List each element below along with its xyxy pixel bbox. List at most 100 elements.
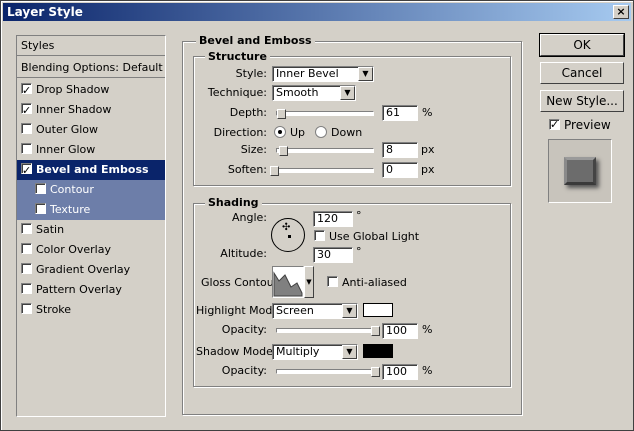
- style-item-color-overlay[interactable]: Color Overlay: [17, 240, 165, 260]
- use-global-light-checkbox[interactable]: [314, 230, 325, 241]
- angle-input[interactable]: 120: [313, 211, 353, 227]
- crosshair-icon: ✣: [282, 222, 291, 233]
- anti-aliased-option[interactable]: Anti-aliased: [327, 275, 407, 291]
- style-item-inner-glow[interactable]: Inner Glow: [17, 140, 165, 160]
- direction-label: Direction:: [213, 126, 267, 139]
- style-item-checkbox[interactable]: [35, 183, 46, 194]
- depth-slider-track[interactable]: [276, 111, 374, 116]
- highlight-opacity-unit: %: [422, 323, 433, 336]
- style-item-checkbox[interactable]: [21, 123, 32, 134]
- shadow-opacity-unit: %: [422, 364, 433, 377]
- technique-select[interactable]: Smooth ▼: [272, 85, 356, 101]
- altitude-input[interactable]: 30: [313, 247, 353, 263]
- gloss-contour-preview[interactable]: [272, 266, 304, 298]
- preview-checkbox[interactable]: [549, 117, 560, 133]
- direction-up-radio[interactable]: [274, 126, 286, 138]
- style-item-label: Inner Glow: [36, 143, 96, 156]
- size-unit: px: [421, 143, 435, 156]
- ok-button[interactable]: OK: [539, 33, 625, 57]
- technique-select-value: Smooth: [276, 86, 319, 99]
- direction-down-label: Down: [331, 126, 363, 139]
- shadow-mode-value: Multiply: [276, 345, 320, 358]
- style-preview-thumbnail: [548, 139, 612, 203]
- chevron-down-icon[interactable]: ▼: [342, 345, 357, 359]
- use-global-light-label: Use Global Light: [329, 230, 420, 243]
- style-item-label: Pattern Overlay: [36, 283, 122, 296]
- anti-aliased-label: Anti-aliased: [342, 276, 407, 289]
- style-item-inner-shadow[interactable]: Inner Shadow: [17, 100, 165, 121]
- style-item-checkbox[interactable]: [21, 143, 32, 154]
- style-item-checkbox[interactable]: [21, 283, 32, 294]
- highlight-color-swatch[interactable]: [363, 303, 393, 317]
- anti-aliased-checkbox[interactable]: [327, 276, 338, 287]
- shading-title: Shading: [205, 197, 262, 209]
- style-item-texture[interactable]: Texture: [17, 200, 165, 220]
- preview-option[interactable]: Preview: [549, 117, 611, 133]
- contour-curve-icon: [273, 271, 303, 297]
- shadow-opacity-label: Opacity:: [221, 364, 267, 377]
- angle-dial[interactable]: ✣: [271, 218, 305, 252]
- gloss-contour-dropdown[interactable]: ▼: [304, 266, 314, 298]
- soften-input[interactable]: 0: [382, 162, 418, 178]
- soften-slider-track[interactable]: [276, 168, 374, 173]
- direction-down-radio[interactable]: [315, 126, 327, 138]
- size-slider-track[interactable]: [276, 148, 374, 153]
- shadow-color-swatch[interactable]: [363, 344, 393, 358]
- style-item-checkbox[interactable]: [21, 161, 32, 181]
- style-select-value: Inner Bevel: [276, 67, 339, 80]
- highlight-opacity-thumb[interactable]: [371, 326, 380, 336]
- style-item-checkbox[interactable]: [21, 303, 32, 314]
- style-item-drop-shadow[interactable]: Drop Shadow: [17, 80, 165, 101]
- style-item-gradient-overlay[interactable]: Gradient Overlay: [17, 260, 165, 280]
- styles-header[interactable]: Styles: [17, 36, 165, 56]
- altitude-degree: °: [356, 245, 362, 258]
- angle-label: Angle:: [231, 211, 267, 224]
- size-slider-thumb[interactable]: [279, 146, 288, 156]
- depth-slider-thumb[interactable]: [277, 109, 286, 119]
- depth-unit: %: [422, 106, 433, 119]
- chevron-down-icon[interactable]: ▼: [340, 86, 355, 100]
- style-item-checkbox[interactable]: [21, 81, 32, 101]
- style-label: Style:: [235, 67, 267, 80]
- style-item-contour[interactable]: Contour: [17, 180, 165, 200]
- shadow-opacity-track[interactable]: [276, 369, 378, 374]
- style-item-bevel-and-emboss[interactable]: Bevel and Emboss: [17, 160, 165, 181]
- preview-label: Preview: [564, 118, 611, 132]
- style-item-label: Bevel and Emboss: [36, 163, 149, 176]
- direction-up-option[interactable]: Up: [274, 125, 305, 141]
- style-item-checkbox[interactable]: [21, 243, 32, 254]
- use-global-light-option[interactable]: Use Global Light: [314, 229, 419, 245]
- size-input[interactable]: 8: [382, 142, 418, 158]
- style-item-label: Stroke: [36, 303, 72, 316]
- shadow-opacity-input[interactable]: 100: [382, 364, 418, 380]
- styles-list: Styles Blending Options: Default Drop Sh…: [16, 35, 166, 417]
- style-item-pattern-overlay[interactable]: Pattern Overlay: [17, 280, 165, 300]
- blending-options-item[interactable]: Blending Options: Default: [17, 58, 165, 78]
- style-item-checkbox[interactable]: [35, 203, 46, 214]
- new-style-button[interactable]: New Style...: [540, 90, 624, 112]
- soften-slider-thumb[interactable]: [270, 166, 279, 176]
- direction-down-option[interactable]: Down: [315, 125, 362, 141]
- highlight-mode-select[interactable]: Screen ▼: [272, 303, 358, 319]
- style-item-outer-glow[interactable]: Outer Glow: [17, 120, 165, 140]
- highlight-opacity-input[interactable]: 100: [382, 323, 418, 339]
- highlight-opacity-track[interactable]: [276, 328, 378, 333]
- angle-degree: °: [356, 209, 362, 222]
- style-item-checkbox[interactable]: [21, 263, 32, 274]
- cancel-button[interactable]: Cancel: [540, 62, 624, 84]
- chevron-down-icon[interactable]: ▼: [342, 304, 357, 318]
- style-item-satin[interactable]: Satin: [17, 220, 165, 240]
- chevron-down-icon[interactable]: ▼: [358, 67, 373, 81]
- style-item-label: Contour: [50, 183, 94, 196]
- shadow-opacity-thumb[interactable]: [371, 367, 380, 377]
- style-item-checkbox[interactable]: [21, 101, 32, 121]
- highlight-mode-label: Highlight Mode:: [196, 304, 283, 317]
- style-item-stroke[interactable]: Stroke: [17, 300, 165, 320]
- depth-input[interactable]: 61: [382, 105, 418, 121]
- style-item-label: Outer Glow: [36, 123, 99, 136]
- close-button[interactable]: ×: [613, 5, 629, 19]
- style-item-label: Color Overlay: [36, 243, 111, 256]
- style-select[interactable]: Inner Bevel ▼: [272, 66, 374, 82]
- shadow-mode-select[interactable]: Multiply ▼: [272, 344, 358, 360]
- style-item-checkbox[interactable]: [21, 223, 32, 234]
